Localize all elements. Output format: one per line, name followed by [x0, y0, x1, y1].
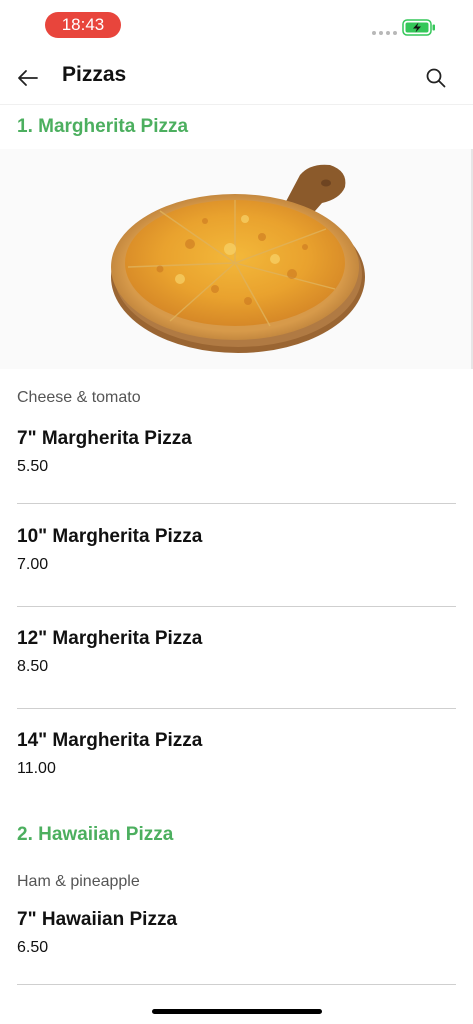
menu-item-name: 7" Margherita Pizza: [17, 428, 192, 449]
menu-item-price: 7.00: [17, 556, 49, 573]
menu-item-price: 6.50: [17, 939, 49, 956]
menu-item-price: 5.50: [17, 458, 49, 475]
menu-item-price: 11.00: [17, 760, 56, 777]
category-description: Cheese & tomato: [17, 389, 141, 406]
menu-item-name: 12" Margherita Pizza: [17, 628, 203, 649]
menu-item[interactable]: 14" Margherita Pizza 11.00: [17, 709, 456, 811]
menu-item-name: 14" Margherita Pizza: [17, 730, 203, 751]
status-bar: 18:43: [0, 0, 473, 50]
menu-item-name: 10" Margherita Pizza: [17, 526, 203, 547]
status-time: 18:43: [45, 12, 121, 38]
category-image: [0, 149, 473, 369]
page-title: Pizzas: [62, 63, 127, 86]
back-button[interactable]: [12, 62, 44, 94]
top-app-bar: Pizzas: [0, 50, 473, 105]
battery-icon: [402, 19, 436, 41]
menu-item[interactable]: 7" Hawaiian Pizza 6.50: [17, 906, 456, 984]
divider: [17, 984, 456, 985]
category-title: 2. Hawaiian Pizza: [17, 824, 174, 845]
search-button[interactable]: [420, 62, 452, 94]
menu-item[interactable]: 10" Margherita Pizza 7.00: [17, 504, 456, 606]
arrow-left-icon: [18, 70, 38, 86]
menu-list: 1. Margherita Pizza Cheese & tomato 7" M…: [0, 105, 473, 985]
menu-item[interactable]: 7" Margherita Pizza 5.50: [17, 426, 456, 503]
category-description: Ham & pineapple: [17, 873, 140, 890]
signal-icon: [372, 31, 397, 35]
search-icon: [426, 68, 446, 88]
home-indicator[interactable]: [152, 1009, 322, 1014]
category-title: 1. Margherita Pizza: [17, 116, 189, 137]
menu-item-price: 8.50: [17, 658, 49, 675]
menu-item-name: 7" Hawaiian Pizza: [17, 909, 178, 930]
menu-item[interactable]: 12" Margherita Pizza 8.50: [17, 607, 456, 708]
